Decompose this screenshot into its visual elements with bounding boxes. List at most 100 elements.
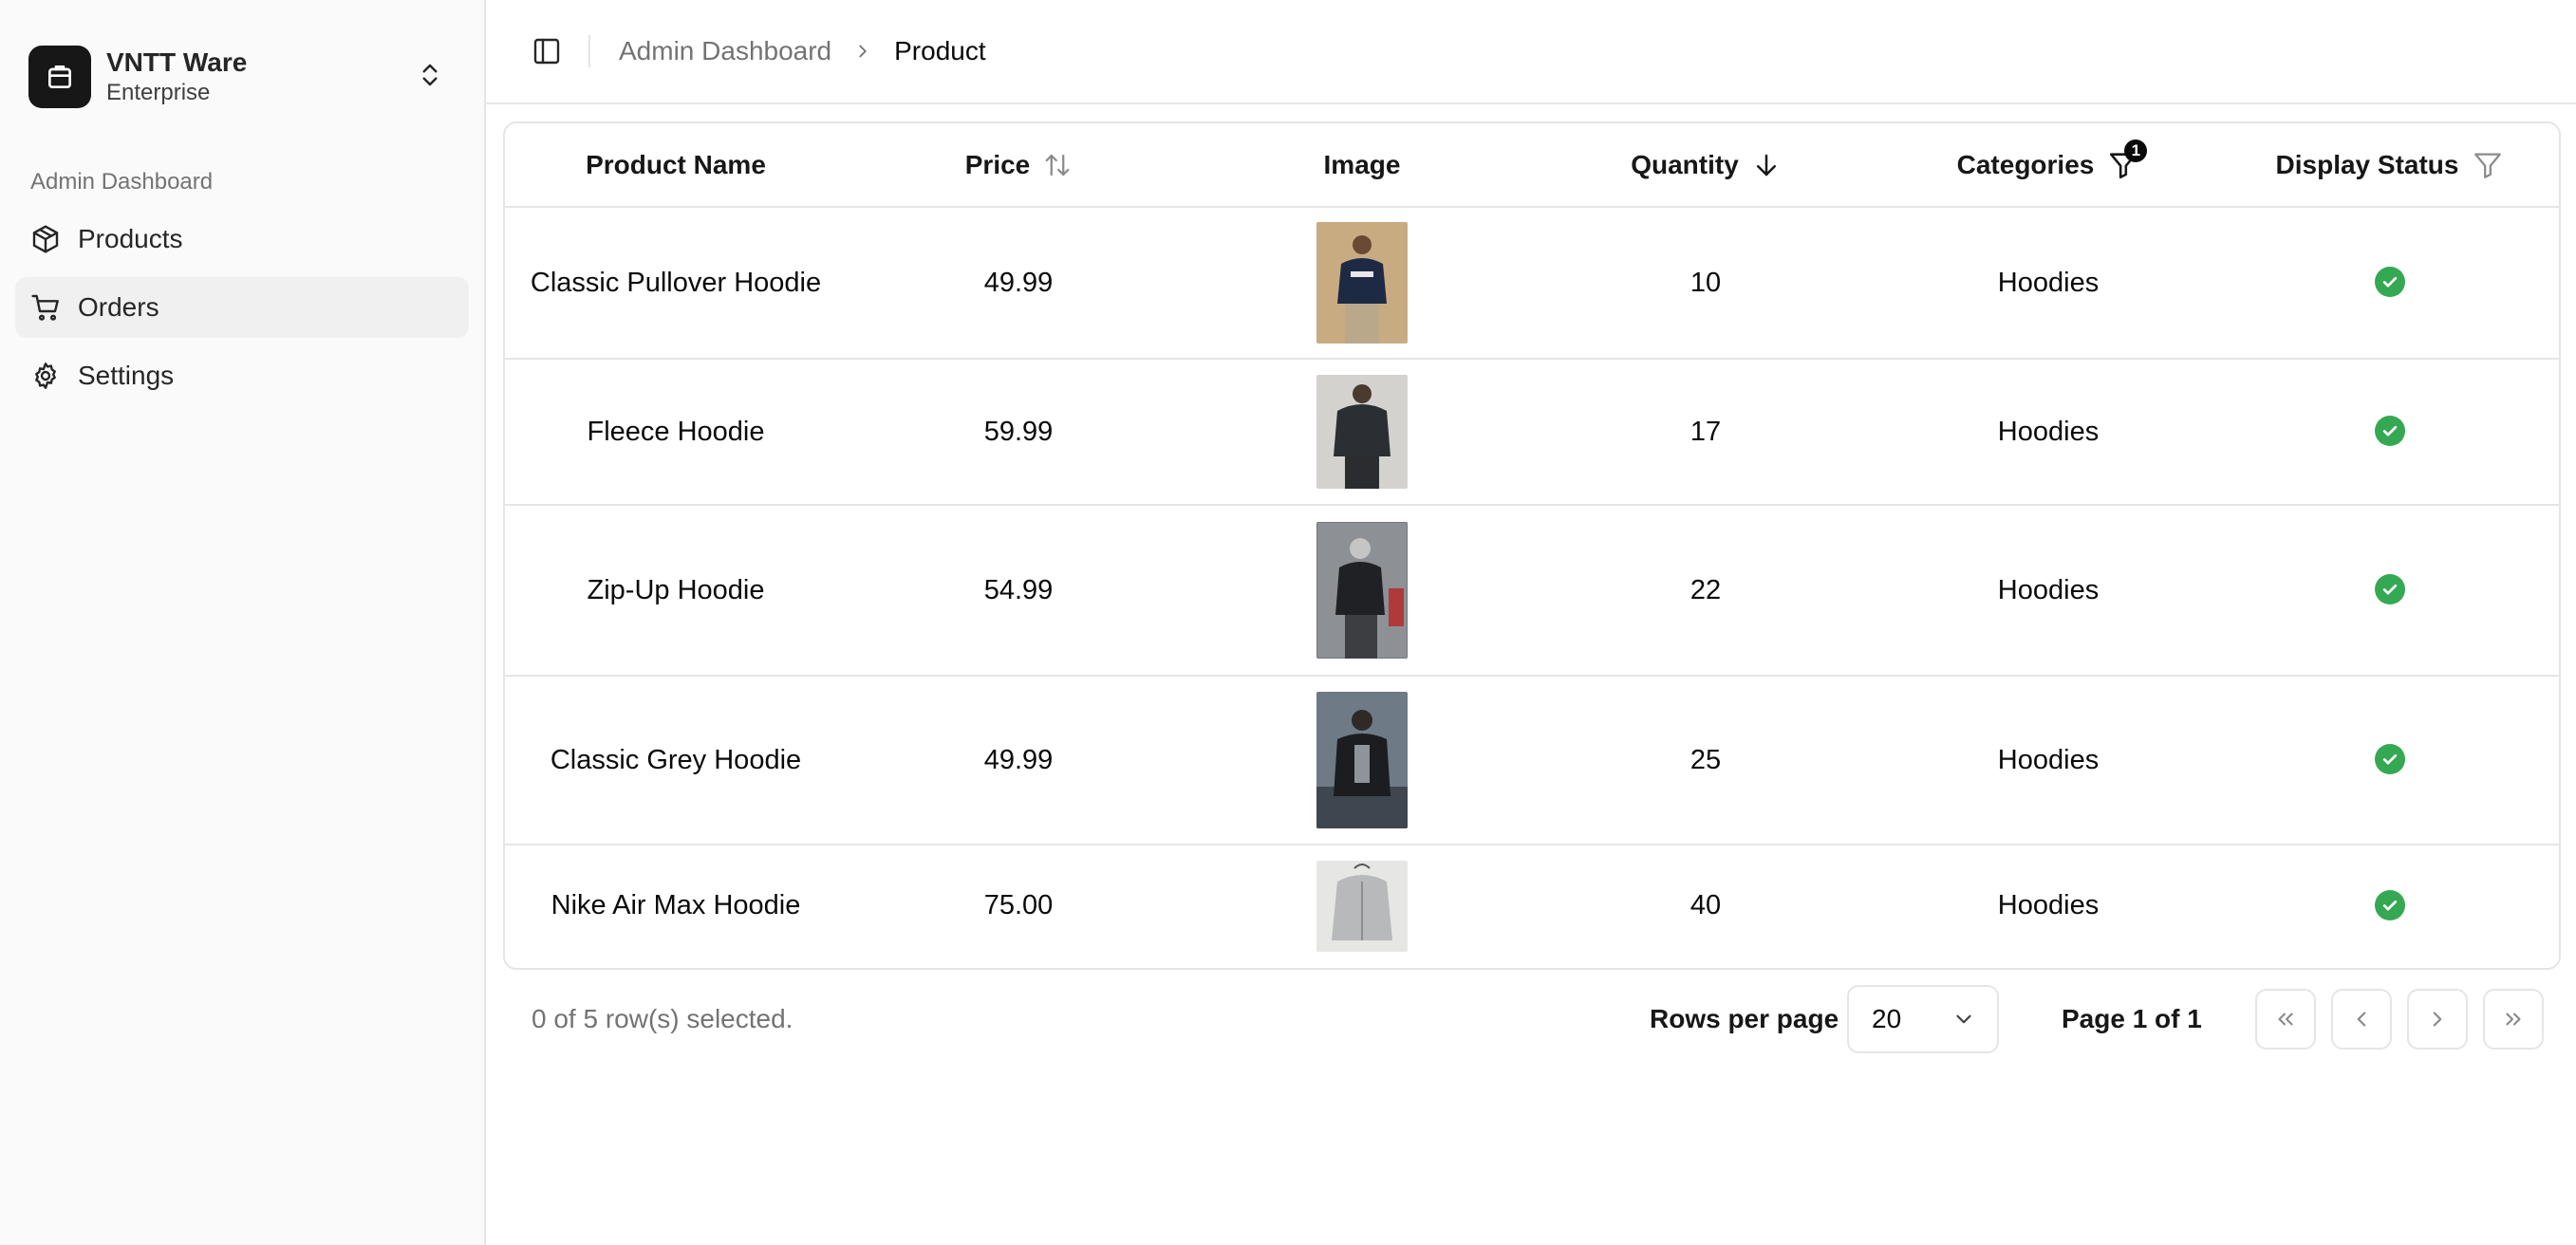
page-indicator: Page 1 of 1 (2062, 1004, 2202, 1033)
chevrons-right-icon (2506, 1013, 2521, 1026)
category-cell: Hoodies (1877, 505, 2219, 677)
sidebar-item-products[interactable]: Products (15, 209, 469, 269)
store-icon (48, 65, 71, 88)
check-circle-icon (2375, 574, 2405, 604)
column-header-label: Price (964, 149, 1031, 179)
column-header-categories[interactable]: Categories 1 (1877, 123, 2219, 208)
sidebar-toggle-button[interactable] (520, 25, 573, 78)
gear-icon (35, 362, 56, 389)
breadcrumb: Admin Dashboard Product (619, 36, 986, 66)
hoodie-photo-black (1316, 375, 1408, 489)
image-cell (1190, 505, 1534, 677)
breadcrumb-parent-link[interactable]: Admin Dashboard (619, 36, 831, 66)
status-cell (2219, 676, 2559, 845)
sort-arrows-icon[interactable] (1043, 151, 1072, 179)
column-header-product-name: Product Name (505, 123, 847, 208)
price-cell: 54.99 (847, 505, 1190, 677)
products-table-container: Product Name Price Image Quantity Catego… (503, 121, 2561, 970)
table-row[interactable]: Fleece Hoodie 59.99 17 Hoodies (505, 359, 2559, 506)
filter-count-badge: 1 (2124, 139, 2148, 162)
sidebar-group-label: Admin Dashboard (30, 169, 214, 195)
table-row[interactable]: Zip-Up Hoodie 54.99 22 Hoodies (505, 505, 2559, 677)
check-circle-icon (2375, 744, 2405, 774)
team-plan: Enterprise (106, 80, 211, 105)
breadcrumb-separator (852, 41, 873, 62)
table-footer: 0 of 5 row(s) selected. Rows per page 20… (503, 983, 2561, 1055)
team-logo (28, 46, 91, 108)
price-cell: 59.99 (847, 359, 1190, 506)
top-header: Admin Dashboard Product (486, 0, 2576, 104)
sidebar-item-label: Settings (78, 361, 175, 390)
first-page-button[interactable] (2255, 989, 2316, 1050)
rows-per-page-label: Rows per page (1650, 1004, 1839, 1033)
product-name-cell: Nike Air Max Hoodie (551, 890, 801, 920)
column-header-price[interactable]: Price (847, 123, 1190, 208)
category-cell: Hoodies (1877, 207, 2219, 360)
header-divider (588, 35, 590, 67)
chevron-right-icon (2433, 1012, 2442, 1027)
team-switcher[interactable]: VNTT Ware Enterprise (28, 44, 457, 110)
products-table: Product Name Price Image Quantity Catego… (505, 123, 2559, 966)
package-icon (32, 225, 59, 253)
chevron-left-icon (2357, 1012, 2366, 1027)
product-name-cell: Classic Pullover Hoodie (505, 207, 847, 360)
category-cell: Hoodies (1877, 359, 2219, 506)
rows-per-page-select[interactable]: 20 (1847, 985, 1999, 1053)
check-circle-icon (2375, 889, 2405, 920)
sidebar-item-label: Orders (78, 292, 159, 322)
price-cell: 49.99 (847, 676, 1190, 845)
category-cell: Hoodies (1877, 676, 2219, 845)
last-page-button[interactable] (2483, 989, 2544, 1050)
status-cell (2219, 505, 2559, 677)
chevron-down-icon (1956, 1014, 1971, 1024)
column-header-label: Categories (1956, 149, 2095, 179)
status-cell (2219, 207, 2559, 360)
image-cell (1190, 845, 1534, 966)
panel-left-icon (533, 38, 560, 65)
hoodie-photo-grey-zip (1316, 522, 1408, 659)
category-cell: Hoodies (1997, 890, 2100, 920)
column-header-label: Product Name (586, 149, 766, 179)
categories-filter[interactable]: 1 (2107, 139, 2148, 181)
quantity-cell: 40 (1689, 890, 1722, 920)
column-header-label: Image (1323, 149, 1401, 179)
sidebar-item-settings[interactable]: Settings (15, 345, 469, 406)
hoodie-photo-navy (1316, 222, 1408, 344)
filter-icon[interactable] (2472, 149, 2504, 181)
price-cell: 49.99 (847, 207, 1190, 360)
check-circle-icon (2375, 416, 2405, 446)
sidebar: VNTT Ware Enterprise Admin Dashboard Pro… (0, 0, 486, 1245)
sidebar-item-orders[interactable]: Orders (15, 277, 469, 338)
price-cell: 75.00 (983, 890, 1054, 920)
team-text: VNTT Ware Enterprise (106, 46, 247, 107)
product-name-cell: Classic Grey Hoodie (505, 676, 847, 845)
column-header-quantity[interactable]: Quantity (1534, 123, 1877, 208)
table-row[interactable]: Classic Pullover Hoodie 49.99 10 Hoodies (505, 207, 2559, 360)
team-name: VNTT Ware (106, 47, 248, 77)
chevron-right-icon (859, 45, 867, 58)
chevrons-up-down-icon (422, 64, 438, 86)
status-cell (2219, 359, 2559, 506)
column-header-label: Quantity (1631, 149, 1739, 179)
status-cell (2219, 845, 2559, 966)
table-row[interactable]: Classic Grey Hoodie 49.99 25 Hoodies (505, 676, 2559, 845)
quantity-cell: 10 (1534, 207, 1877, 360)
arrow-down-icon[interactable] (1752, 151, 1781, 179)
sidebar-item-label: Products (78, 224, 183, 253)
image-cell (1190, 359, 1534, 506)
hoodie-photo-light-grey (1316, 860, 1408, 952)
quantity-cell: 25 (1534, 676, 1877, 845)
breadcrumb-current: Product (894, 36, 986, 65)
table-row[interactable]: Nike Air Max Hoodie 75.00 40 Hoodies (505, 845, 2559, 966)
chevrons-left-icon (2278, 1013, 2293, 1026)
selection-count: 0 of 5 row(s) selected. (532, 1004, 793, 1033)
previous-page-button[interactable] (2331, 989, 2392, 1050)
column-header-display-status[interactable]: Display Status (2219, 123, 2559, 208)
product-name-cell: Zip-Up Hoodie (505, 505, 847, 677)
sidebar-nav: Products Orders Settings (15, 209, 469, 414)
image-cell (1190, 676, 1534, 845)
quantity-cell: 17 (1534, 359, 1877, 506)
next-page-button[interactable] (2407, 989, 2468, 1050)
column-header-label: Display Status (2275, 149, 2459, 179)
hoodie-photo-outdoor (1316, 692, 1408, 828)
